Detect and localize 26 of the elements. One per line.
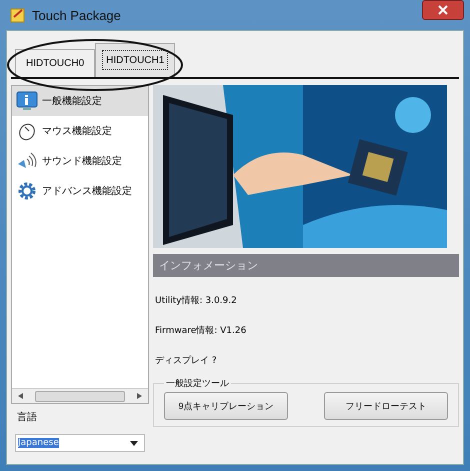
gear-icon: [16, 181, 38, 201]
tab[interactable]: HIDTOUCH0: [15, 49, 96, 77]
close-button[interactable]: [422, 0, 464, 20]
caret-icon: [130, 440, 138, 446]
language-dropdown[interactable]: Japanese: [15, 434, 145, 452]
group-title: 一般設定ツール: [165, 378, 230, 390]
right-arrow-icon[interactable]: [137, 393, 142, 399]
info-text: Firmware情報: V1.26: [155, 324, 248, 337]
info-icon: [16, 91, 38, 111]
section-header: インフォメーション: [153, 254, 459, 277]
sidebar-item[interactable]: サウンド機能設定: [12, 146, 148, 176]
horizontal-scrollbar[interactable]: [12, 388, 148, 403]
window-title: Touch Package: [32, 8, 121, 22]
language-label: 言語: [17, 410, 38, 424]
sidebar-item[interactable]: アドバンス機能設定: [12, 176, 148, 206]
speaker-icon: [16, 151, 38, 171]
tool-button[interactable]: 9点キャリブレーション: [164, 392, 288, 420]
sidebar-item[interactable]: マウス機能設定: [12, 116, 148, 146]
left-arrow-icon[interactable]: [18, 393, 23, 399]
close-icon: [438, 5, 448, 15]
sidebar-item[interactable]: 一般機能設定: [12, 86, 148, 116]
tool-button[interactable]: フリードローテスト: [324, 392, 448, 420]
info-text: ディスプレイ ?: [155, 354, 218, 367]
tab[interactable]: HIDTOUCH1: [95, 43, 176, 77]
app-icon: [10, 7, 26, 23]
info-text: Utility情報: 3.0.9.2: [155, 294, 238, 307]
